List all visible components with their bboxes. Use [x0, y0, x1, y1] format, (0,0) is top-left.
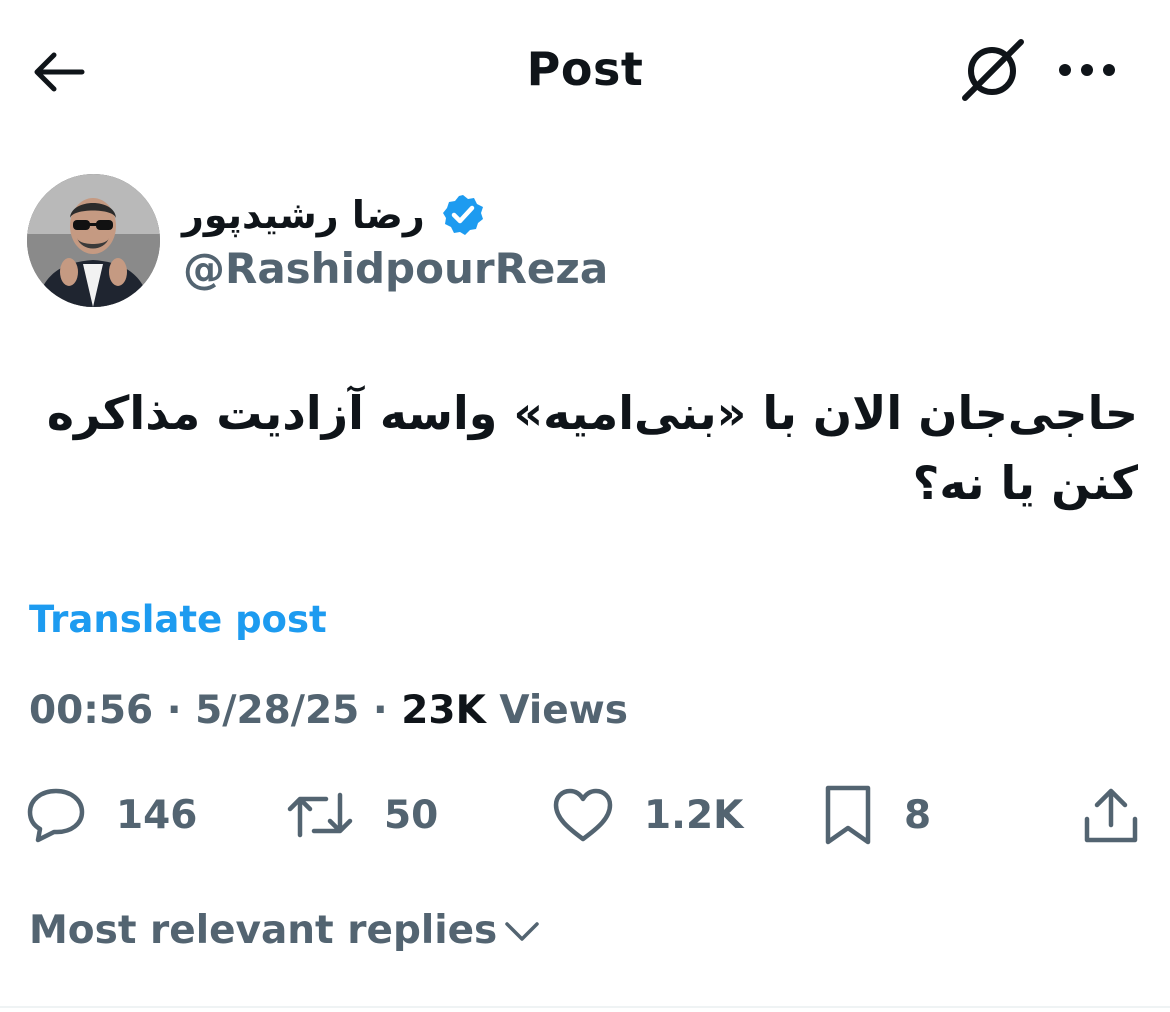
bookmark-count: 8	[904, 792, 932, 838]
heart-icon	[553, 788, 613, 842]
back-button[interactable]	[30, 44, 94, 100]
post-text: حاجی‌جان الان با «بنی‌امیه» واسه آزادیت …	[46, 386, 1138, 510]
share-button[interactable]	[1082, 780, 1140, 850]
chevron-down-icon	[505, 921, 540, 941]
divider	[0, 1006, 1170, 1008]
meta-separator: ·	[372, 688, 388, 733]
bookmark-icon	[825, 785, 871, 845]
arrow-left-icon	[34, 52, 85, 92]
more-button[interactable]	[1052, 48, 1122, 92]
replies-sort-dropdown[interactable]: Most relevant replies	[29, 908, 541, 953]
bookmark-button[interactable]: 8	[822, 780, 931, 850]
post-time[interactable]: 00:56	[29, 688, 153, 733]
replies-sort-label: Most relevant replies	[29, 908, 498, 953]
reply-count: 146	[116, 792, 198, 838]
share-icon	[1084, 788, 1138, 843]
avatar[interactable]	[27, 174, 160, 307]
repost-count: 50	[384, 792, 439, 838]
verified-badge-icon	[442, 195, 483, 235]
author-handle[interactable]: @RashidpourReza	[183, 244, 608, 293]
grok-icon	[962, 39, 1024, 101]
meta-separator: ·	[166, 688, 182, 733]
post-meta: 00:56 · 5/28/25 · 23K Views	[29, 688, 628, 733]
grok-button[interactable]	[952, 36, 1032, 106]
repost-icon	[287, 792, 353, 838]
like-button[interactable]: 1.2K	[552, 780, 743, 850]
like-count: 1.2K	[644, 792, 744, 838]
author-name[interactable]: رضا رشیدپور	[182, 193, 425, 237]
post-page: Post رضا رشیدپور	[0, 0, 1170, 1012]
reply-button[interactable]: 146	[26, 780, 197, 850]
more-horizontal-icon	[1059, 64, 1115, 76]
author-name-row[interactable]: رضا رشیدپور	[182, 186, 485, 244]
post-date[interactable]: 5/28/25	[195, 688, 359, 733]
views-label: Views	[499, 688, 628, 733]
repost-button[interactable]: 50	[286, 780, 438, 850]
translate-post-link[interactable]: Translate post	[29, 598, 327, 641]
views-count: 23K	[401, 688, 486, 733]
avatar-photo	[27, 174, 160, 307]
reply-icon	[27, 788, 85, 843]
